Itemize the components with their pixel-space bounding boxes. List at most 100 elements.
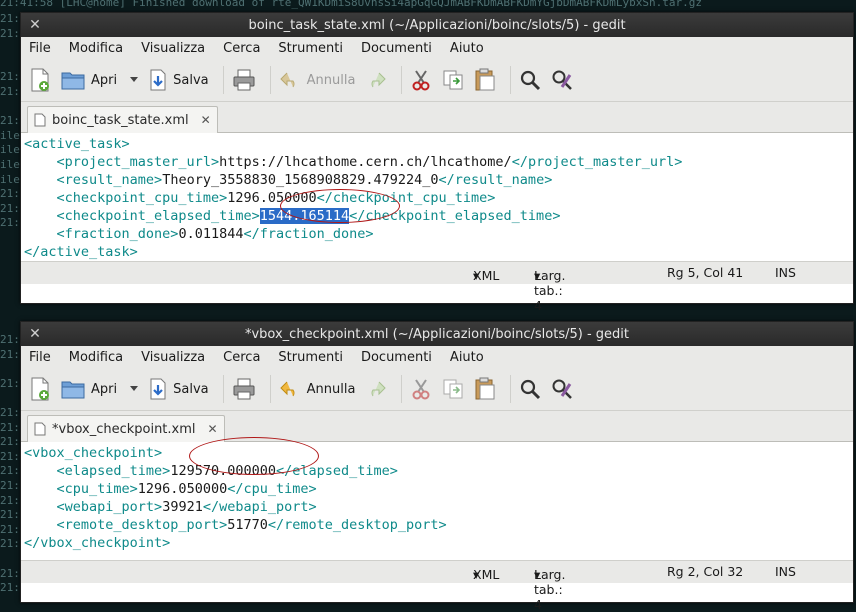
save-button[interactable]: Salva — [149, 378, 209, 400]
undo-arrow-icon — [279, 380, 301, 398]
redo-button[interactable] — [365, 71, 387, 89]
copy-button[interactable] — [442, 69, 464, 91]
menu-aiuto[interactable]: Aiuto — [450, 41, 484, 56]
close-tab-icon[interactable]: ✕ — [201, 113, 211, 127]
save-button[interactable]: Salva — [149, 69, 209, 91]
replace-button[interactable] — [551, 69, 573, 91]
menu-cerca[interactable]: Cerca — [223, 350, 260, 365]
xml-value: 51770 — [227, 517, 268, 533]
open-button[interactable]: Apri — [61, 379, 117, 399]
xml-value: 1296.050000 — [137, 481, 228, 497]
cut-button[interactable] — [410, 69, 432, 91]
terminal-gutter-line — [0, 260, 22, 275]
terminal-gutter-line: 21: — [0, 70, 20, 84]
undo-button[interactable]: Annulla — [279, 71, 356, 89]
document-tab[interactable]: *vbox_checkpoint.xml ✕ — [27, 415, 225, 442]
close-tab-icon[interactable]: ✕ — [208, 422, 218, 436]
xml-open-tag: <cpu_time> — [56, 481, 138, 497]
menu-strumenti[interactable]: Strumenti — [278, 41, 343, 56]
code-line: <project_master_url>https://lhcathome.ce… — [24, 153, 853, 171]
xml-value: Theory_3558830_1568908829.479224_0 — [162, 172, 439, 188]
code-line: <cpu_time>1296.050000</cpu_time> — [24, 480, 853, 498]
menu-file[interactable]: File — [29, 350, 51, 365]
code-line: <elapsed_time>129570.000000</elapsed_tim… — [24, 462, 853, 480]
menu-cerca[interactable]: Cerca — [223, 41, 260, 56]
xml-open-tag: <active_task> — [24, 136, 130, 152]
search-replace-icon — [551, 69, 573, 91]
chevron-down-icon: ▾ — [534, 268, 541, 283]
terminal-gutter-line: 21: — [0, 479, 20, 492]
search-icon — [519, 378, 541, 400]
copy-icon — [442, 378, 464, 400]
scissors-icon — [410, 69, 432, 91]
menu-documenti[interactable]: Documenti — [361, 41, 432, 56]
menu-documenti[interactable]: Documenti — [361, 350, 432, 365]
close-window-icon[interactable]: ✕ — [27, 326, 43, 342]
open-recent-dropdown[interactable] — [129, 385, 139, 393]
paste-button[interactable] — [474, 377, 496, 401]
terminal-gutter-line: 21: — [0, 449, 20, 463]
code-line: </vbox_checkpoint> — [24, 534, 853, 552]
save-icon — [149, 69, 167, 91]
terminal-gutter-line: 21: — [0, 566, 20, 580]
terminal-gutter-line: 21: — [0, 508, 20, 522]
insert-mode: INS — [775, 564, 796, 579]
terminal-gutter-line: 21: — [0, 537, 20, 551]
document-tab[interactable]: boinc_task_state.xml ✕ — [27, 106, 218, 133]
xml-open-tag: <elapsed_time> — [56, 463, 171, 479]
terminal-gutter-line: 21: — [0, 216, 20, 230]
cursor-position: Rg 2, Col 32 — [667, 564, 744, 579]
text-editor[interactable]: <active_task> <project_master_url>https:… — [21, 133, 853, 261]
menu-visualizza[interactable]: Visualizza — [141, 350, 205, 365]
xml-open-tag: </vbox_checkpoint> — [24, 535, 171, 551]
open-button[interactable]: Apri — [61, 70, 117, 90]
toolbar-separator — [510, 66, 512, 94]
terminal-gutter-line: 21: — [0, 464, 20, 478]
xml-value: https://lhcathome.cern.ch/lhcathome/ — [219, 154, 512, 170]
replace-button[interactable] — [551, 378, 573, 400]
terminal-gutter-line: 21: — [0, 435, 20, 449]
menubar: File Modifica Visualizza Cerca Strumenti… — [21, 37, 853, 59]
menu-file[interactable]: File — [29, 41, 51, 56]
chevron-down-icon — [129, 76, 139, 84]
menu-strumenti[interactable]: Strumenti — [278, 350, 343, 365]
print-button[interactable] — [232, 378, 256, 400]
toolbar-separator — [222, 66, 224, 94]
terminal-gutter-line: ile — [0, 157, 20, 171]
paste-button[interactable] — [474, 68, 496, 92]
document-tabbar: boinc_task_state.xml ✕ — [21, 102, 853, 133]
xml-open-tag: </active_task> — [24, 244, 138, 260]
close-window-icon[interactable]: ✕ — [27, 17, 43, 33]
menu-modifica[interactable]: Modifica — [69, 350, 123, 365]
window-title: *vbox_checkpoint.xml (~/Applicazioni/boi… — [244, 326, 630, 342]
menu-modifica[interactable]: Modifica — [69, 41, 123, 56]
window-titlebar[interactable]: ✕ *vbox_checkpoint.xml (~/Applicazioni/b… — [21, 322, 853, 346]
menu-aiuto[interactable]: Aiuto — [450, 350, 484, 365]
text-editor[interactable]: <vbox_checkpoint> <elapsed_time>129570.0… — [21, 442, 853, 560]
xml-open-tag: <fraction_done> — [56, 226, 179, 242]
menu-visualizza[interactable]: Visualizza — [141, 41, 205, 56]
menubar: File Modifica Visualizza Cerca Strumenti… — [21, 346, 853, 368]
chevron-down-icon: ▾ — [534, 567, 541, 582]
new-document-button[interactable] — [29, 68, 51, 92]
code-line: <remote_desktop_port>51770</remote_deskt… — [24, 516, 853, 534]
copy-button[interactable] — [442, 378, 464, 400]
window-titlebar[interactable]: ✕ boinc_task_state.xml (~/Applicazioni/b… — [21, 13, 853, 37]
new-document-button[interactable] — [29, 377, 51, 401]
undo-button-label: Annulla — [306, 72, 356, 88]
xml-open-tag: <vbox_checkpoint> — [24, 445, 163, 461]
open-recent-dropdown[interactable] — [129, 76, 139, 84]
cut-button[interactable] — [410, 378, 432, 400]
search-button[interactable] — [519, 69, 541, 91]
search-button[interactable] — [519, 378, 541, 400]
xml-close-tag: </elapsed_time> — [275, 463, 398, 479]
terminal-log-line: 21:41:58 [LHC@home] Finished download of… — [0, 0, 702, 9]
undo-button[interactable]: Annulla — [279, 380, 355, 398]
print-button[interactable] — [232, 69, 256, 91]
gedit-window-task-state: ✕ boinc_task_state.xml (~/Applicazioni/b… — [20, 12, 854, 313]
redo-button[interactable] — [365, 380, 387, 398]
gedit-window-vbox-checkpoint: ✕ *vbox_checkpoint.xml (~/Applicazioni/b… — [20, 321, 854, 612]
